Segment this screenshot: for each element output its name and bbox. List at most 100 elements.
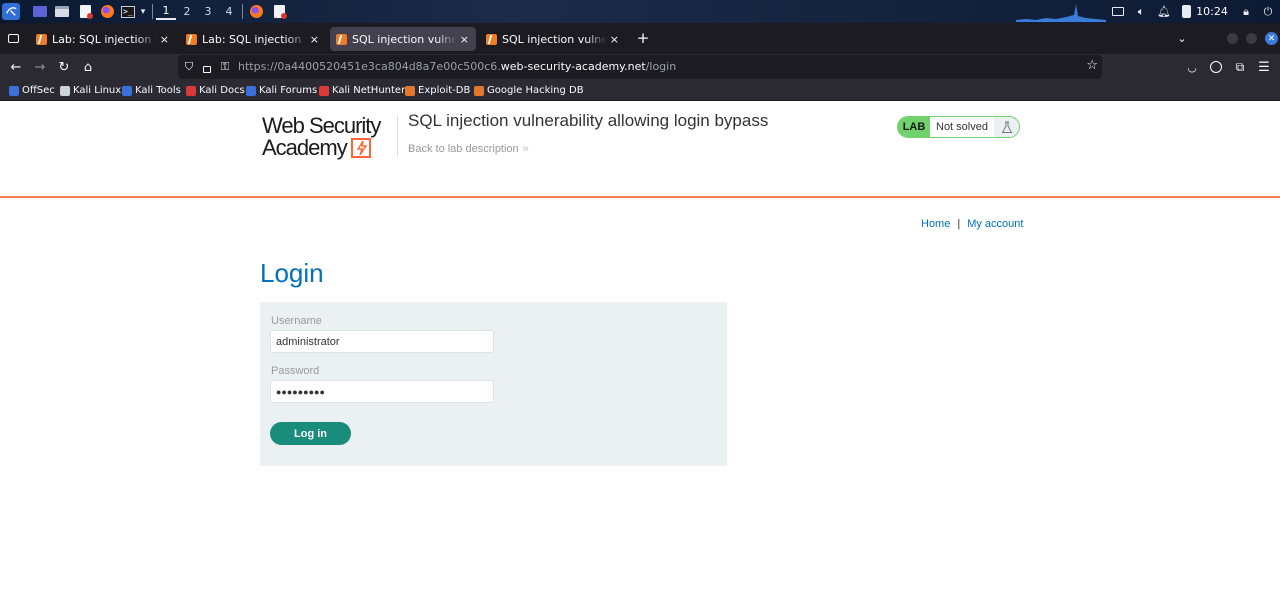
bookmark-kali-linux[interactable]: Kali Linux [60,83,121,98]
account-nav: Home | My account [921,218,1023,230]
password-label: Password [271,365,320,377]
reload-icon[interactable]: ↻ [54,58,74,76]
url-text[interactable]: https://0a4400520451e3ca804d8a7e00c500c6… [238,60,676,73]
page-title: Login [260,258,324,288]
tab-label: SQL injection vulnerability [502,32,607,46]
browser-tab[interactable]: Lab: SQL injection vulnera × [30,27,176,51]
close-window-icon[interactable]: ✕ [1265,32,1278,45]
extensions-icon[interactable]: ⧉ [1230,58,1250,76]
bookmark-label: Kali Forums [259,85,318,96]
pocket-icon[interactable]: ◡ [1182,58,1202,76]
lightning-icon [350,138,371,158]
lock-icon[interactable]: 🔒︎ [1238,3,1254,20]
logo-line-2: Academy [262,135,348,160]
lab-badge: LAB [898,117,930,137]
bookmark-google-hacking-db[interactable]: Google Hacking DB [474,83,584,98]
web-security-academy-logo[interactable]: Web Security Academy [262,115,394,163]
display-icon[interactable] [1110,3,1126,20]
bookmark-label: OffSec [22,85,55,96]
workspace-4[interactable]: 4 [219,3,239,20]
home-icon[interactable]: ⌂ [78,58,98,76]
notifications-icon[interactable]: 🔔︎ [1156,3,1172,20]
browser-tab-active[interactable]: SQL injection vulnerability × [330,27,476,51]
flask-icon [994,121,1019,134]
list-all-tabs-icon[interactable]: ⌄ [1175,30,1189,46]
bookmark-label: Kali Docs [199,85,245,96]
desktop-icon[interactable] [32,3,48,20]
portswigger-favicon-icon [36,33,47,45]
menu-icon[interactable]: ☰ [1254,58,1274,76]
username-field[interactable]: administrator [270,330,494,353]
bookmark-kali-forums[interactable]: Kali Forums [246,83,317,98]
tab-label: Lab: SQL injection vulnera [52,32,157,46]
burp-window-icon[interactable] [271,3,287,20]
dropdown-icon[interactable]: ▾ [138,3,148,20]
navigation-bar: ← → ↻ ⌂ ⛉ ⚿ https://0a4400520451e3ca804d… [0,54,1280,80]
tab-overview-icon[interactable] [6,31,20,45]
exploit-db-icon [405,85,415,96]
logo-line-1: Web Security [262,113,381,138]
password-field[interactable]: ●●●●●●●●● [270,380,494,403]
close-tab-icon[interactable]: × [159,33,170,46]
bookmarks-bar: OffSec Kali Linux Kali Tools Kali Docs K… [0,80,1280,101]
bookmark-kali-tools[interactable]: Kali Tools [122,83,181,98]
volume-icon[interactable]: 🔈︎ [1133,3,1149,20]
header-accent-line [0,196,1280,198]
my-account-link[interactable]: My account [967,218,1023,230]
file-manager-icon[interactable] [54,3,70,20]
kali-menu-icon[interactable] [2,3,20,20]
lock-icon[interactable] [200,59,214,75]
double-chevron-icon: » [522,143,529,155]
back-link-label: Back to lab description [408,143,519,155]
offsec-icon [9,85,19,96]
lab-status-widget[interactable]: LAB Not solved [897,116,1020,138]
page-content: Web Security Academy SQL injection vulne… [0,101,1280,614]
desktop-panel: >_ ▾ 1 2 3 4 🔈︎ 🔔︎ 10:24 🔒︎ ⏻ [0,0,1280,23]
text-editor-icon[interactable] [77,3,93,20]
bookmark-label: Kali Tools [135,85,181,96]
bookmark-kali-nethunter[interactable]: Kali NetHunter [319,83,405,98]
key-icon[interactable]: ⚿ [218,59,232,75]
clock[interactable]: 10:24 [1196,3,1228,20]
terminal-icon[interactable]: >_ [120,3,136,20]
firefox-icon[interactable] [99,3,115,20]
lab-status: Not solved [930,117,994,137]
maximize-window-icon[interactable] [1246,33,1257,44]
minimize-window-icon[interactable] [1227,33,1238,44]
new-tab-icon[interactable]: + [636,29,650,47]
portswigger-favicon-icon [486,33,497,45]
browser-tab[interactable]: Lab: SQL injection vulnera × [180,27,326,51]
bookmark-label: Kali NetHunter [332,85,406,96]
tab-label: SQL injection vulnerability [352,32,457,46]
nav-separator: | [957,218,961,230]
account-icon[interactable] [1206,58,1226,76]
tab-bar: Lab: SQL injection vulnera × Lab: SQL in… [0,23,1280,54]
portswigger-favicon-icon [336,33,347,45]
portswigger-favicon-icon [186,33,197,45]
forward-arrow-icon[interactable]: → [30,58,50,76]
url-prefix: https://0a4400520451e3ca804d8a7e00c500c6… [238,60,501,73]
battery-icon [1178,3,1194,20]
workspace-2[interactable]: 2 [177,3,197,20]
browser-tab[interactable]: SQL injection vulnerability × [480,27,626,51]
firefox-window-icon[interactable] [248,3,264,20]
back-to-lab-description-link[interactable]: Back to lab description» [408,143,529,155]
tracking-protection-icon[interactable]: ⛉ [182,59,196,75]
close-tab-icon[interactable]: × [609,33,620,46]
workspace-1[interactable]: 1 [156,3,176,20]
workspace-3[interactable]: 3 [198,3,218,20]
url-bar[interactable]: ⛉ ⚿ https://0a4400520451e3ca804d8a7e00c5… [178,55,1102,79]
home-link[interactable]: Home [921,218,950,230]
kali-nethunter-icon [319,85,329,96]
bookmark-star-icon[interactable]: ☆ [1086,58,1098,73]
kali-docs-icon [186,85,196,96]
close-tab-icon[interactable]: × [459,33,470,46]
bookmark-kali-docs[interactable]: Kali Docs [186,83,245,98]
bookmark-exploit-db[interactable]: Exploit-DB [405,83,470,98]
close-tab-icon[interactable]: × [309,33,320,46]
bookmark-offsec[interactable]: OffSec [9,83,55,98]
back-arrow-icon[interactable]: ← [6,58,26,76]
kali-tools-icon [122,85,132,96]
power-icon[interactable]: ⏻ [1260,3,1276,20]
login-button[interactable]: Log in [270,422,351,445]
